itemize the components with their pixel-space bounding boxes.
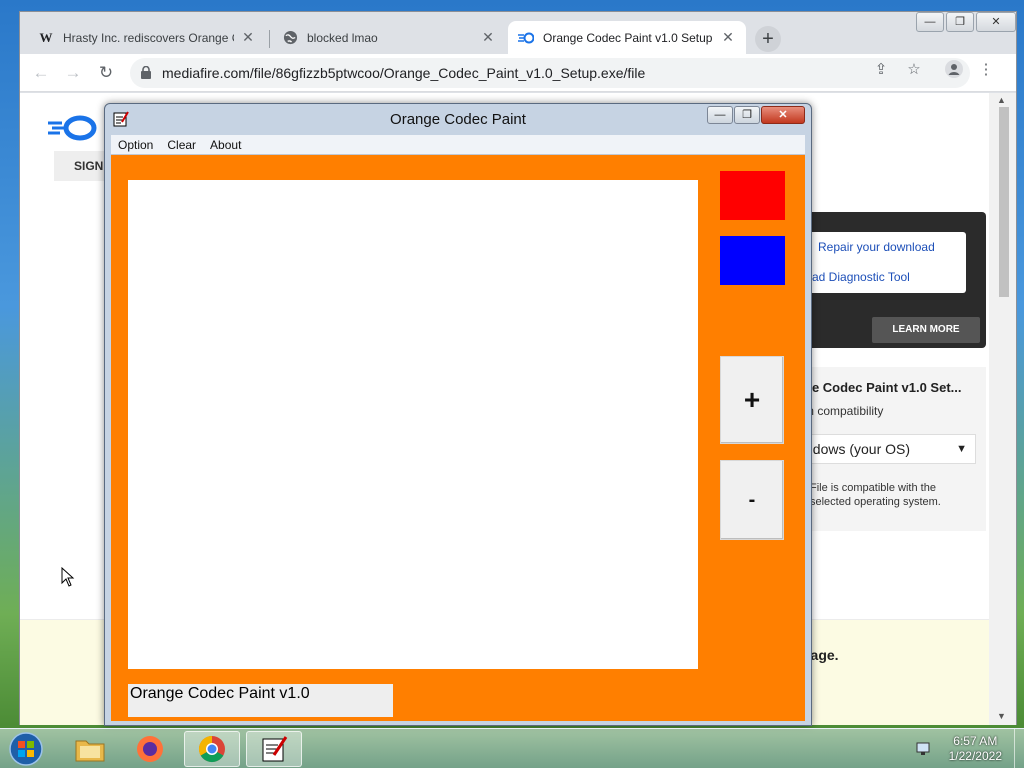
- browser-toolbar: ← → ↻ mediafire.com/file/86gfizzb5ptwcoo…: [20, 54, 1016, 92]
- close-button[interactable]: ✕: [976, 12, 1016, 32]
- system-clock[interactable]: 6:57 AM 1/22/2022: [949, 734, 1002, 764]
- browser-window-controls: — ❐ ✕: [914, 12, 1016, 34]
- firefox-icon: [137, 736, 163, 762]
- decrease-brush-button[interactable]: -: [720, 460, 784, 540]
- compatibility-label: m compatibility: [804, 404, 884, 418]
- tab-divider: [269, 30, 270, 48]
- scroll-up-icon[interactable]: ▲: [997, 95, 1006, 105]
- paint-minimize-button[interactable]: —: [707, 106, 733, 124]
- diagnostic-tool-link[interactable]: ad Diagnostic Tool: [812, 270, 910, 284]
- folder-icon: [75, 740, 105, 762]
- paint-client-area: + - Orange Codec Paint v1.0: [111, 155, 805, 721]
- mouse-cursor-icon: [61, 567, 75, 587]
- restore-button[interactable]: ❐: [946, 12, 974, 32]
- back-icon[interactable]: ←: [30, 62, 52, 84]
- scroll-down-icon[interactable]: ▼: [997, 711, 1006, 721]
- tab-blocked[interactable]: blocked lmao ✕: [272, 21, 506, 54]
- os-select[interactable]: ndows (your OS) ▼: [792, 434, 976, 464]
- globe-icon: [282, 30, 298, 46]
- repair-download-link[interactable]: Repair your download: [818, 240, 935, 254]
- chrome-icon: [198, 735, 225, 763]
- minimize-button[interactable]: —: [916, 12, 944, 32]
- start-button-icon[interactable]: [6, 730, 46, 768]
- bookmark-star-icon[interactable]: ☆: [904, 60, 924, 80]
- show-desktop-button[interactable]: [1014, 729, 1024, 768]
- chrome-taskbar-button[interactable]: [184, 731, 240, 767]
- scroll-thumb[interactable]: [999, 107, 1009, 297]
- address-bar[interactable]: mediafire.com/file/86gfizzb5ptwcoo/Orang…: [130, 58, 970, 88]
- blue-color-swatch[interactable]: [720, 236, 785, 285]
- menu-option[interactable]: Option: [111, 135, 160, 154]
- repair-links: Repair your download ad Diagnostic Tool: [798, 232, 966, 293]
- close-tab-icon[interactable]: ✕: [480, 29, 496, 46]
- menu-kebab-icon[interactable]: ⋮: [976, 60, 996, 80]
- file-explorer-taskbar-button[interactable]: [62, 731, 118, 767]
- paint-close-button[interactable]: ✕: [761, 106, 805, 124]
- red-color-swatch[interactable]: [720, 171, 785, 220]
- taskbar: 6:57 AM 1/22/2022: [0, 728, 1024, 768]
- share-icon[interactable]: ⇪: [871, 60, 891, 80]
- learn-more-button[interactable]: LEARN MORE: [872, 317, 980, 343]
- lock-icon: [141, 66, 151, 79]
- reload-icon[interactable]: ↻: [95, 62, 117, 84]
- tab-hrasty[interactable]: W Hrasty Inc. rediscovers Orange Co ✕: [28, 21, 266, 54]
- mediafire-logo: [48, 115, 97, 141]
- paint-window-controls: — ❐ ✕: [706, 106, 805, 124]
- new-tab-button[interactable]: +: [755, 26, 781, 52]
- wikipedia-icon: W: [39, 29, 53, 45]
- increase-brush-button[interactable]: +: [720, 356, 784, 444]
- clock-time: 6:57 AM: [953, 734, 998, 748]
- paint-maximize-button[interactable]: ❐: [734, 106, 760, 124]
- dropdown-caret-icon: ▼: [956, 443, 967, 455]
- close-tab-icon[interactable]: ✕: [240, 29, 256, 46]
- clock-date: 1/22/2022: [948, 749, 1002, 763]
- menu-clear[interactable]: Clear: [160, 135, 203, 154]
- firefox-taskbar-button[interactable]: [122, 731, 178, 767]
- url-text: mediafire.com/file/86gfizzb5ptwcoo/Orang…: [162, 65, 646, 81]
- tab-strip: W Hrasty Inc. rediscovers Orange Co ✕ bl…: [20, 12, 1016, 54]
- forward-icon[interactable]: →: [62, 62, 84, 84]
- profile-icon[interactable]: [944, 60, 964, 80]
- mediafire-icon: [518, 30, 534, 46]
- menu-about[interactable]: About: [203, 135, 248, 154]
- paint-menubar: Option Clear About: [111, 135, 805, 155]
- drawing-canvas[interactable]: [128, 180, 698, 669]
- page-scrollbar[interactable]: ▲ ▼: [989, 93, 1016, 725]
- paint-taskbar-button[interactable]: [246, 731, 302, 767]
- status-label: Orange Codec Paint v1.0: [128, 684, 393, 717]
- compatibility-note: File is compatible with the selected ope…: [810, 482, 941, 508]
- tab-orange-codec[interactable]: Orange Codec Paint v1.0 Setup ✕: [508, 21, 746, 54]
- paint-app-icon: [262, 736, 288, 762]
- file-title: ge Codec Paint v1.0 Set...: [804, 380, 962, 395]
- system-tray: 6:57 AM 1/22/2022: [915, 729, 1016, 768]
- close-tab-icon[interactable]: ✕: [720, 29, 736, 46]
- paint-window: Orange Codec Paint — ❐ ✕ Option Clear Ab…: [104, 103, 812, 726]
- network-icon[interactable]: [915, 741, 931, 757]
- paint-titlebar[interactable]: Orange Codec Paint — ❐ ✕: [105, 104, 811, 134]
